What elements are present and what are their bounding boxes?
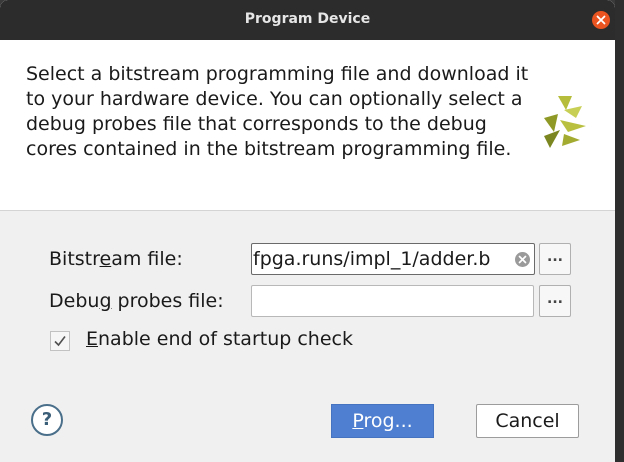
debug-probes-file-label: Debug probes file: xyxy=(49,290,224,312)
window-title: Program Device xyxy=(244,11,371,27)
debug-probes-file-input[interactable] xyxy=(251,285,534,317)
xilinx-logo xyxy=(544,96,586,148)
bitstream-file-value: fpga.runs/impl_1/adder.b xyxy=(253,248,491,270)
enable-startup-check-label[interactable]: Enable end of startup check xyxy=(86,328,353,350)
description-text: Select a bitstream programming file and … xyxy=(26,63,529,160)
close-icon xyxy=(596,15,606,25)
title-bar[interactable]: Program Device xyxy=(0,0,615,40)
enable-startup-check-checkbox[interactable] xyxy=(50,331,70,351)
help-button[interactable]: ? xyxy=(31,404,63,436)
bitstream-browse-button[interactable]: ... xyxy=(539,243,571,275)
checkmark-icon xyxy=(54,336,66,347)
bitstream-file-label: Bitstream file: xyxy=(49,248,183,270)
clear-icon[interactable] xyxy=(514,251,531,268)
background-edge xyxy=(615,0,624,462)
debug-probes-browse-button[interactable]: ... xyxy=(539,285,571,317)
program-device-dialog: Program Device Select a bitstream progra… xyxy=(0,0,615,462)
cancel-button[interactable]: Cancel xyxy=(476,404,579,438)
close-button[interactable] xyxy=(592,11,610,29)
bitstream-file-input[interactable]: fpga.runs/impl_1/adder.b xyxy=(251,243,535,275)
program-button[interactable]: Prog... xyxy=(331,404,434,438)
description-banner: Select a bitstream programming file and … xyxy=(0,40,615,211)
